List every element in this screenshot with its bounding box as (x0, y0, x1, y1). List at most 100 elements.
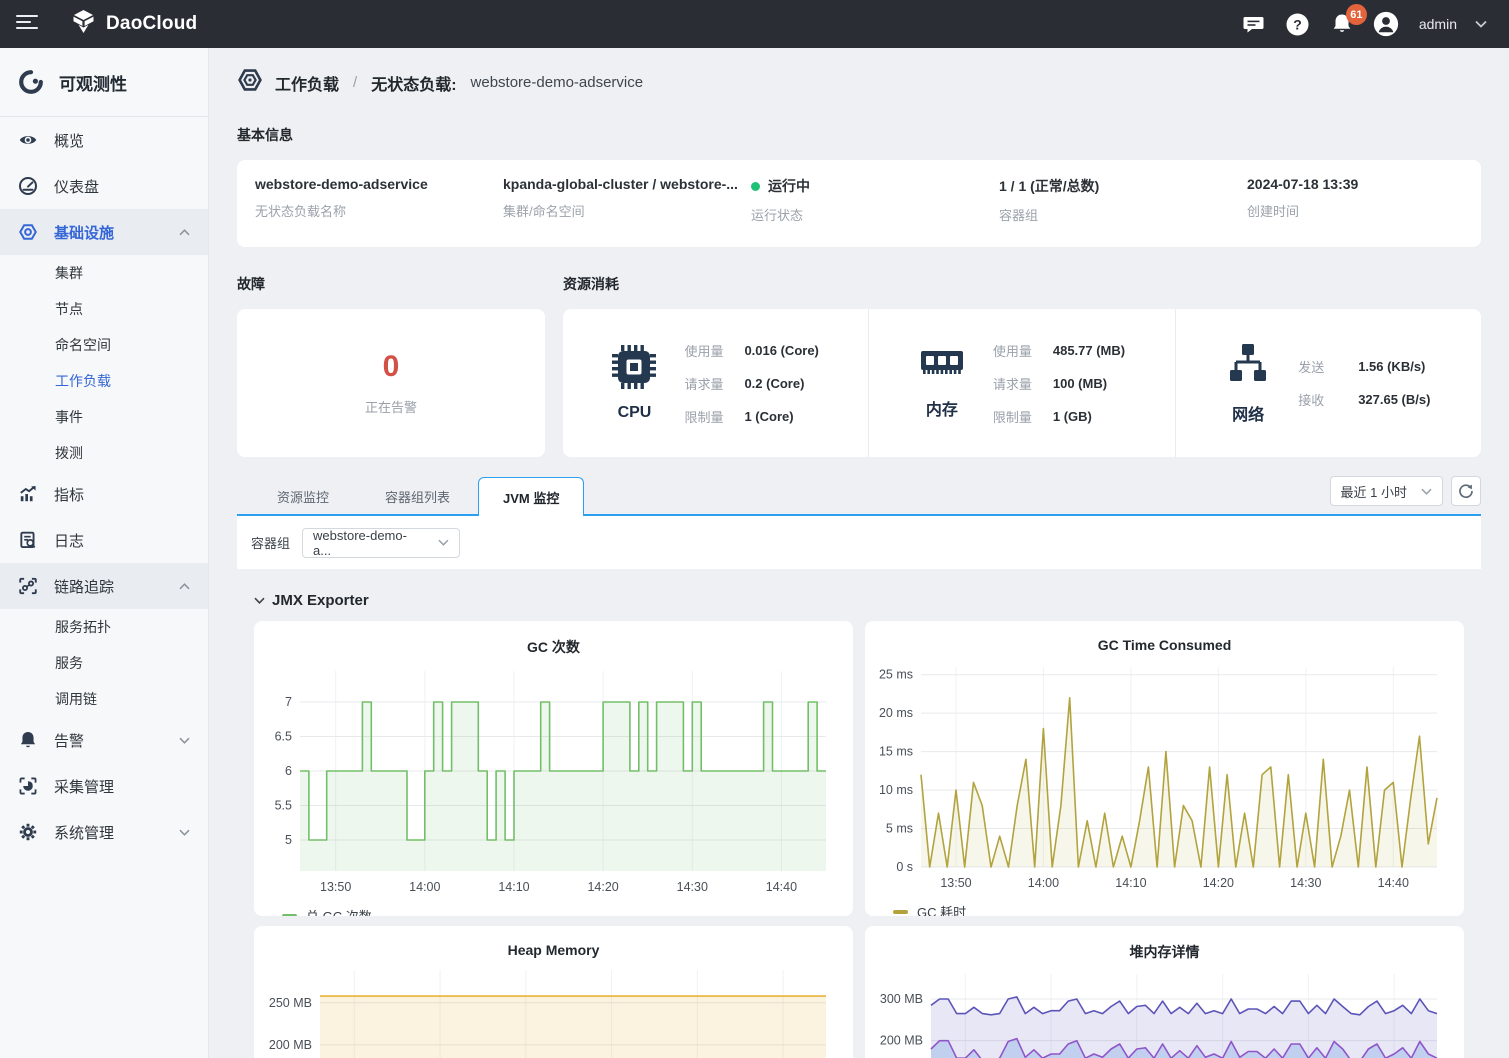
notification-bell-icon[interactable]: 61 (1329, 11, 1355, 37)
svg-text:14:00: 14:00 (409, 880, 440, 894)
eye-icon (18, 130, 38, 150)
breadcrumb-root[interactable]: 工作负载 (275, 71, 339, 95)
sidebar-item-logs[interactable]: 日志 (0, 517, 208, 563)
sidebar-item-tracing[interactable]: 链路追踪 (0, 563, 208, 609)
brand-logo[interactable]: DaoCloud (70, 8, 197, 40)
tab-resource-monitoring[interactable]: 资源监控 (249, 479, 357, 514)
cpu-icon (612, 345, 656, 394)
breadcrumb-separator: / (353, 74, 357, 91)
svg-text:200 MB: 200 MB (880, 1034, 923, 1048)
refresh-button[interactable] (1451, 476, 1481, 506)
observability-icon (18, 69, 44, 95)
sidebar-item-namespaces[interactable]: 命名空间 (0, 327, 208, 363)
collection-icon (18, 776, 38, 796)
top-navbar: DaoCloud ? 61 admin (0, 0, 1509, 48)
alert-count-label: 正在告警 (365, 397, 417, 416)
svg-text:6: 6 (285, 764, 292, 778)
sidebar-item-infrastructure[interactable]: 基础设施 (0, 209, 208, 255)
chevron-up-icon (178, 580, 190, 592)
pod-filter-row: 容器组 webstore-demo-a... (237, 516, 1481, 569)
svg-text:14:20: 14:20 (1203, 876, 1234, 890)
avatar[interactable] (1373, 11, 1399, 37)
logs-icon (18, 530, 38, 550)
svg-text:14:40: 14:40 (1378, 876, 1409, 890)
workload-hexagon-icon (237, 67, 263, 98)
user-chevron-down-icon[interactable] (1475, 15, 1487, 33)
svg-text:14:10: 14:10 (1115, 876, 1146, 890)
svg-text:5 ms: 5 ms (886, 822, 913, 836)
chart-gc-count: GC 次数 55.566.5713:5014:0014:1014:2014:30… (254, 621, 853, 916)
memory-icon (919, 347, 965, 386)
svg-text:300 MB: 300 MB (880, 992, 923, 1006)
svg-text:14:10: 14:10 (498, 880, 529, 894)
sidebar-item-call-chain[interactable]: 调用链 (0, 681, 208, 717)
gc-count-plot: 55.566.5713:5014:0014:1014:2014:3014:40 (262, 661, 845, 904)
svg-text:20 ms: 20 ms (879, 706, 913, 720)
chevron-down-icon (178, 734, 190, 746)
username[interactable]: admin (1419, 16, 1457, 32)
jmx-exporter-title: JMX Exporter (272, 592, 369, 609)
sidebar-item-overview[interactable]: 概览 (0, 117, 208, 163)
svg-text:7: 7 (285, 695, 292, 709)
sidebar-title: 可观测性 (59, 70, 127, 95)
alert-count: 0 (383, 350, 400, 384)
svg-text:14:30: 14:30 (677, 880, 708, 894)
sidebar-item-nodes[interactable]: 节点 (0, 291, 208, 327)
trace-icon (18, 576, 38, 596)
sidebar-item-clusters[interactable]: 集群 (0, 255, 208, 291)
chart-title: GC Time Consumed (873, 637, 1456, 653)
fault-card: 0 正在告警 (237, 309, 545, 457)
resource-group-network: 网络 发送1.56 (KB/s) 接收327.65 (B/s) (1175, 309, 1481, 457)
info-field-name: webstore-demo-adservice 无状态负载名称 (255, 176, 503, 247)
sidebar-item-probes[interactable]: 拨测 (0, 435, 208, 471)
tab-jvm-monitoring[interactable]: JVM 监控 (478, 477, 584, 516)
chart-heap-memory: Heap Memory 250 MB200 MB150 MB (254, 926, 853, 1058)
chevron-up-icon (178, 226, 190, 238)
status-dot (751, 182, 760, 191)
tab-pod-list[interactable]: 容器组列表 (357, 479, 478, 514)
help-icon[interactable]: ? (1285, 11, 1311, 37)
svg-text:14:00: 14:00 (1028, 876, 1059, 890)
svg-text:25 ms: 25 ms (879, 668, 913, 682)
info-field-pods: 1 / 1 (正常/总数) 容器组 (999, 176, 1247, 247)
svg-text:200 MB: 200 MB (269, 1038, 312, 1052)
info-field-status: 运行中 运行状态 (751, 176, 999, 247)
svg-text:14:40: 14:40 (766, 880, 797, 894)
heap-detail-plot: 300 MB200 MB100 MB (873, 966, 1456, 1058)
sidebar-item-system-mgmt[interactable]: 系统管理 (0, 809, 208, 855)
heap-memory-plot: 250 MB200 MB150 MB (262, 962, 845, 1058)
metrics-icon (18, 484, 38, 504)
svg-text:13:50: 13:50 (940, 876, 971, 890)
sidebar-item-collection-mgmt[interactable]: 采集管理 (0, 763, 208, 809)
app-window: DaoCloud ? 61 admin (0, 0, 1509, 1058)
breadcrumb: 工作负载 / 无状态负载: webstore-demo-adservice (237, 67, 1481, 98)
breadcrumb-prefix: 无状态负载: (371, 71, 456, 95)
sidebar-item-events[interactable]: 事件 (0, 399, 208, 435)
time-range-select[interactable]: 最近 1 小时 (1330, 476, 1443, 506)
main-content: 工作负载 / 无状态负载: webstore-demo-adservice 基本… (209, 48, 1509, 1058)
breadcrumb-current: webstore-demo-adservice (471, 74, 644, 91)
sidebar-item-service-topology[interactable]: 服务拓扑 (0, 609, 208, 645)
resources-title: 资源消耗 (563, 274, 1481, 294)
chevron-down-icon (438, 539, 449, 546)
svg-text:15 ms: 15 ms (879, 745, 913, 759)
svg-text:5: 5 (285, 833, 292, 847)
sidebar-header: 可观测性 (0, 48, 208, 117)
chart-title: 堆内存详情 (873, 942, 1456, 962)
pod-select[interactable]: webstore-demo-a... (302, 528, 460, 558)
sidebar-item-metrics[interactable]: 指标 (0, 471, 208, 517)
chat-icon[interactable] (1241, 11, 1267, 37)
info-field-cluster-namespace: kpanda-global-cluster / webstore-... 集群/… (503, 176, 751, 247)
sidebar-item-workloads[interactable]: 工作负载 (0, 363, 208, 399)
sidebar-item-alerts[interactable]: 告警 (0, 717, 208, 763)
menu-toggle-icon[interactable] (16, 14, 38, 35)
basic-info-card: webstore-demo-adservice 无状态负载名称 kpanda-g… (237, 160, 1481, 247)
notification-badge: 61 (1346, 4, 1367, 25)
legend-gc-count: 总 GC 次数 (282, 906, 845, 916)
sidebar: 可观测性 概览 仪表盘 基础设施 (0, 48, 209, 1058)
jmx-exporter-section-toggle[interactable]: JMX Exporter (254, 592, 1464, 609)
chevron-down-icon (254, 597, 265, 604)
resources-card: CPU 使用量0.016 (Core) 请求量0.2 (Core) 限制量1 (… (563, 309, 1481, 457)
sidebar-item-dashboard[interactable]: 仪表盘 (0, 163, 208, 209)
sidebar-item-services[interactable]: 服务 (0, 645, 208, 681)
